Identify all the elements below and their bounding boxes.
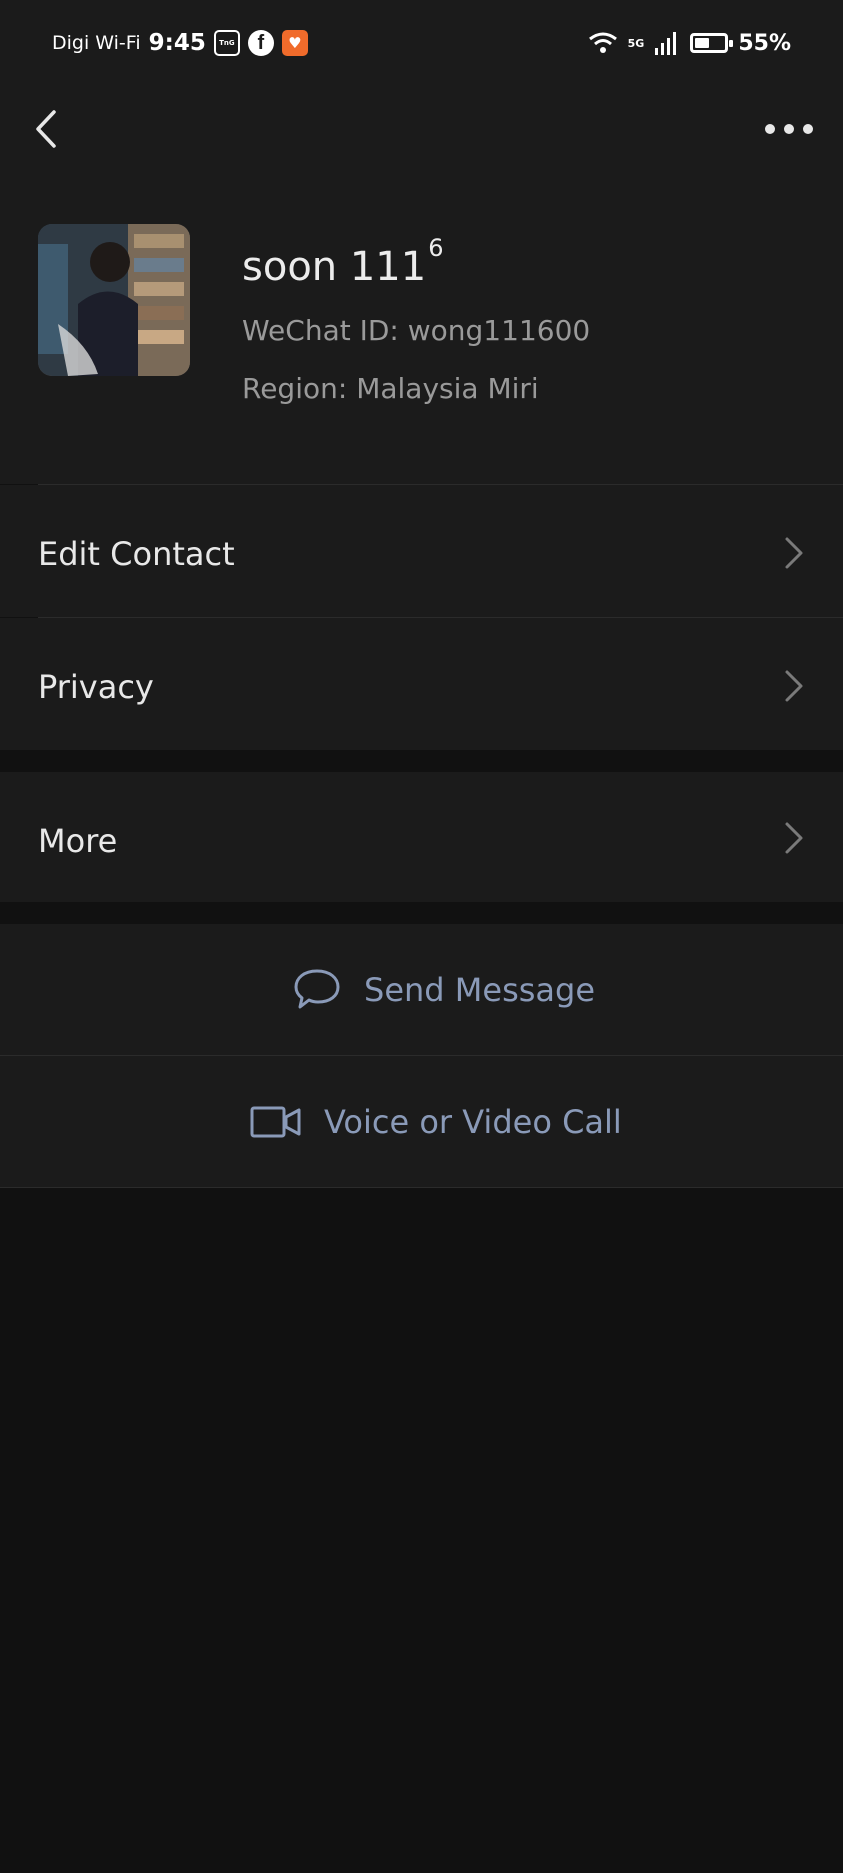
send-message-content: Send Message bbox=[292, 924, 595, 1055]
contact-name-superscript: 6 bbox=[428, 234, 444, 262]
chevron-right-icon bbox=[785, 822, 803, 854]
privacy-label: Privacy bbox=[38, 668, 154, 706]
battery-level bbox=[695, 38, 709, 48]
status-bar-left: Digi Wi-Fi 9:45 TnG f ♥ bbox=[52, 26, 308, 60]
divider bbox=[0, 1187, 843, 1188]
chat-bubble-icon bbox=[294, 969, 340, 1008]
carrier-label: Digi Wi-Fi bbox=[52, 32, 141, 54]
facebook-icon: f bbox=[247, 30, 274, 56]
avatar[interactable] bbox=[38, 224, 190, 376]
signal-icon bbox=[655, 32, 677, 55]
more-dots-icon bbox=[765, 124, 813, 134]
wifi-icon bbox=[588, 32, 617, 53]
avatar-photo bbox=[38, 224, 190, 376]
contact-name: soon 1116 bbox=[242, 234, 443, 290]
more-options-button[interactable] bbox=[759, 104, 819, 154]
contact-name-text: soon 111 bbox=[242, 244, 427, 290]
region: Region: Malaysia Miri bbox=[242, 372, 539, 405]
battery-icon bbox=[690, 33, 734, 53]
voice-video-call-button[interactable]: Voice or Video Call bbox=[0, 1056, 843, 1187]
chevron-right-icon bbox=[785, 537, 803, 569]
back-button[interactable] bbox=[26, 104, 76, 154]
voice-video-call-label: Voice or Video Call bbox=[324, 1102, 622, 1141]
chevron-left-icon bbox=[36, 110, 56, 148]
voice-video-call-content: Voice or Video Call bbox=[250, 1056, 622, 1187]
privacy-row[interactable]: Privacy bbox=[0, 618, 843, 750]
edit-contact-row[interactable]: Edit Contact bbox=[0, 485, 843, 617]
wechat-id: WeChat ID: wong111600 bbox=[242, 314, 591, 347]
shopee-icon: ♥ bbox=[281, 30, 308, 56]
network-type: 5G bbox=[627, 36, 645, 50]
clock: 9:45 bbox=[148, 30, 206, 56]
top-nav bbox=[0, 84, 843, 176]
video-camera-icon bbox=[250, 1106, 301, 1137]
status-bar-right: 5G 55% bbox=[588, 26, 791, 60]
send-message-label: Send Message bbox=[364, 970, 596, 1009]
more-row[interactable]: More bbox=[0, 772, 843, 902]
edit-contact-label: Edit Contact bbox=[38, 535, 235, 573]
more-label: More bbox=[38, 822, 118, 860]
touch-n-go-icon: TnG bbox=[213, 30, 240, 56]
status-bar: Digi Wi-Fi 9:45 TnG f ♥ 5G 55% bbox=[0, 0, 843, 84]
profile-section: soon 1116 WeChat ID: wong111600 Region: … bbox=[0, 176, 843, 484]
send-message-button[interactable]: Send Message bbox=[0, 924, 843, 1055]
battery-percent: 55% bbox=[738, 30, 791, 56]
chevron-right-icon bbox=[785, 670, 803, 702]
